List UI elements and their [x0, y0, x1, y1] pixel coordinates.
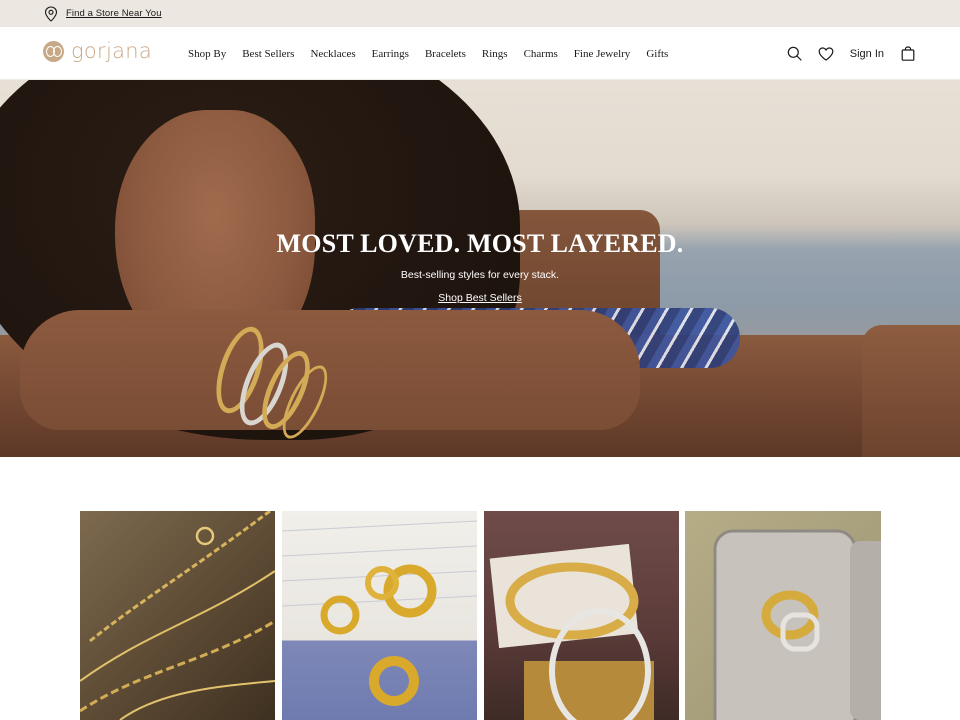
hero-text: MOST LOVED. MOST LAYERED. Best-selling s…: [0, 80, 960, 457]
utility-bar: Find a Store Near You: [0, 0, 960, 27]
nav-fine-jewelry[interactable]: Fine Jewelry: [574, 48, 631, 60]
logo-wordmark: gorjana: [71, 39, 153, 63]
nav-rings[interactable]: Rings: [482, 48, 508, 60]
find-store-link[interactable]: Find a Store Near You: [66, 8, 162, 19]
hoop-earrings-image: [282, 520, 477, 706]
product-tile-necklaces[interactable]: [80, 511, 275, 720]
nav-best-sellers[interactable]: Best Sellers: [242, 48, 294, 60]
nav-shop-by[interactable]: Shop By: [188, 48, 226, 60]
hero-subtitle: Best-selling styles for every stack.: [400, 269, 560, 281]
nav-earrings[interactable]: Earrings: [372, 48, 409, 60]
rings-in-tin-image: [713, 529, 881, 720]
site-header: gorjana Shop By Best Sellers Necklaces E…: [0, 27, 960, 80]
heart-icon[interactable]: [817, 45, 835, 63]
necklace-chains-image: [80, 511, 275, 720]
brand-logo[interactable]: gorjana: [43, 41, 152, 62]
nav-bracelets[interactable]: Bracelets: [425, 48, 466, 60]
nav-gifts[interactable]: Gifts: [646, 48, 668, 60]
search-icon[interactable]: [786, 45, 804, 63]
shop-best-sellers-link[interactable]: Shop Best Sellers: [0, 292, 960, 304]
product-grid: [80, 511, 881, 720]
location-pin-icon: [44, 5, 58, 22]
nav-charms[interactable]: Charms: [524, 48, 558, 60]
hero-title: MOST LOVED. MOST LAYERED.: [276, 229, 684, 258]
bangles-image: [489, 543, 654, 720]
product-tile-bracelets[interactable]: [484, 511, 679, 720]
product-tile-rings[interactable]: [685, 511, 881, 720]
shopping-bag-icon[interactable]: [899, 45, 917, 63]
hero-cta-label: Shop Best Sellers: [438, 292, 522, 304]
product-tile-earrings[interactable]: [282, 511, 477, 720]
header-actions: Sign In: [773, 27, 917, 80]
nav-necklaces[interactable]: Necklaces: [310, 48, 355, 60]
sign-in-link[interactable]: Sign In: [850, 48, 884, 60]
hero-banner[interactable]: MOST LOVED. MOST LAYERED. Best-selling s…: [0, 80, 960, 457]
logo-mark-icon: [43, 41, 64, 62]
main-nav: Shop By Best Sellers Necklaces Earrings …: [188, 27, 684, 80]
